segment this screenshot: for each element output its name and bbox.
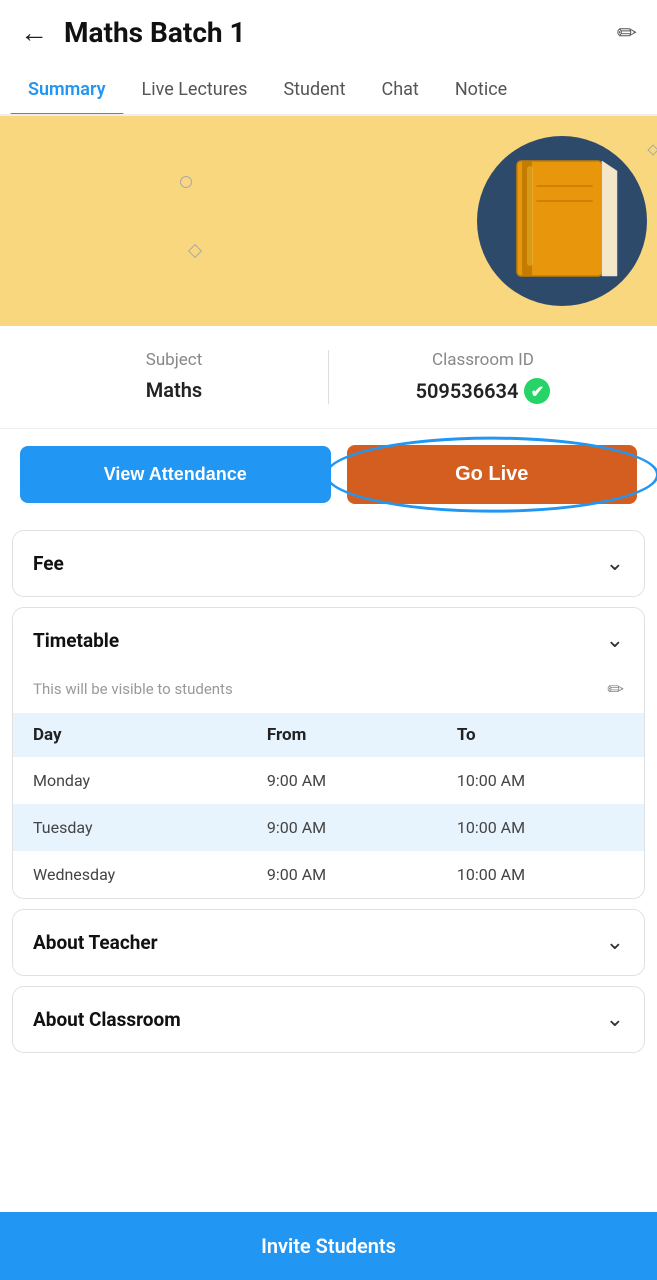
timetable-card: Timetable ⌄ This will be visible to stud… xyxy=(12,607,645,899)
cell-to-1: 10:00 AM xyxy=(437,804,644,851)
tab-chat[interactable]: Chat xyxy=(364,65,437,114)
cell-day-2: Wednesday xyxy=(13,851,247,898)
subject-value: Maths xyxy=(30,378,318,402)
timetable-card-header[interactable]: Timetable ⌄ xyxy=(13,608,644,673)
go-live-wrapper: Go Live xyxy=(347,445,638,504)
tab-summary[interactable]: Summary xyxy=(10,65,124,114)
classroom-id-label: Classroom ID xyxy=(339,350,627,370)
about-teacher-title: About Teacher xyxy=(33,931,158,954)
col-day: Day xyxy=(13,713,247,757)
timetable-note: This will be visible to students xyxy=(33,680,233,698)
tab-live-lectures[interactable]: Live Lectures xyxy=(124,65,266,114)
edit-icon[interactable]: ✏ xyxy=(617,19,637,47)
banner-decoration-small xyxy=(647,144,657,155)
cell-from-1: 9:00 AM xyxy=(247,804,437,851)
classroom-id-value: 509536634 ✔ xyxy=(339,378,627,404)
tab-notice[interactable]: Notice xyxy=(437,65,525,114)
subject-info: Subject Maths xyxy=(30,350,318,404)
about-teacher-card: About Teacher ⌄ xyxy=(12,909,645,976)
subject-label: Subject xyxy=(30,350,318,370)
banner xyxy=(0,116,657,326)
action-buttons: View Attendance Go Live xyxy=(0,429,657,520)
tabs-bar: Summary Live Lectures Student Chat Notic… xyxy=(0,65,657,116)
col-to: To xyxy=(437,713,644,757)
col-from: From xyxy=(247,713,437,757)
view-attendance-button[interactable]: View Attendance xyxy=(20,446,331,503)
info-divider xyxy=(328,350,329,404)
cell-to-2: 10:00 AM xyxy=(437,851,644,898)
about-teacher-header[interactable]: About Teacher ⌄ xyxy=(13,910,644,975)
table-row: Tuesday9:00 AM10:00 AM xyxy=(13,804,644,851)
invite-students-bar[interactable]: Invite Students xyxy=(0,1212,657,1280)
banner-decoration-circle xyxy=(180,176,192,188)
info-section: Subject Maths Classroom ID 509536634 ✔ xyxy=(0,326,657,429)
fee-card-header[interactable]: Fee ⌄ xyxy=(13,531,644,596)
about-classroom-title: About Classroom xyxy=(33,1008,181,1031)
timetable-edit-icon[interactable]: ✏ xyxy=(607,677,624,701)
fee-card: Fee ⌄ xyxy=(12,530,645,597)
timetable-chevron-icon: ⌄ xyxy=(606,628,624,653)
about-classroom-header[interactable]: About Classroom ⌄ xyxy=(13,987,644,1052)
about-classroom-chevron-icon: ⌄ xyxy=(606,1007,624,1032)
banner-decoration-diamond xyxy=(188,244,202,258)
whatsapp-icon[interactable]: ✔ xyxy=(524,378,550,404)
about-teacher-chevron-icon: ⌄ xyxy=(606,930,624,955)
go-live-button[interactable]: Go Live xyxy=(347,445,638,504)
fee-chevron-icon: ⌄ xyxy=(606,551,624,576)
cell-day-1: Tuesday xyxy=(13,804,247,851)
classroom-id-info: Classroom ID 509536634 ✔ xyxy=(339,350,627,404)
book-illustration xyxy=(477,136,647,306)
table-row: Monday9:00 AM10:00 AM xyxy=(13,757,644,804)
timetable-title: Timetable xyxy=(33,629,119,652)
page-title: Maths Batch 1 xyxy=(64,16,617,49)
cell-from-0: 9:00 AM xyxy=(247,757,437,804)
timetable-subheader: This will be visible to students ✏ xyxy=(13,673,644,713)
table-row: Wednesday9:00 AM10:00 AM xyxy=(13,851,644,898)
header: ← Maths Batch 1 ✏ xyxy=(0,0,657,65)
about-classroom-card: About Classroom ⌄ xyxy=(12,986,645,1053)
cell-from-2: 9:00 AM xyxy=(247,851,437,898)
cell-to-0: 10:00 AM xyxy=(437,757,644,804)
timetable-table: Day From To Monday9:00 AM10:00 AMTuesday… xyxy=(13,713,644,898)
fee-title: Fee xyxy=(33,552,64,575)
back-button[interactable]: ← xyxy=(20,16,48,49)
cell-day-0: Monday xyxy=(13,757,247,804)
tab-student[interactable]: Student xyxy=(265,65,363,114)
